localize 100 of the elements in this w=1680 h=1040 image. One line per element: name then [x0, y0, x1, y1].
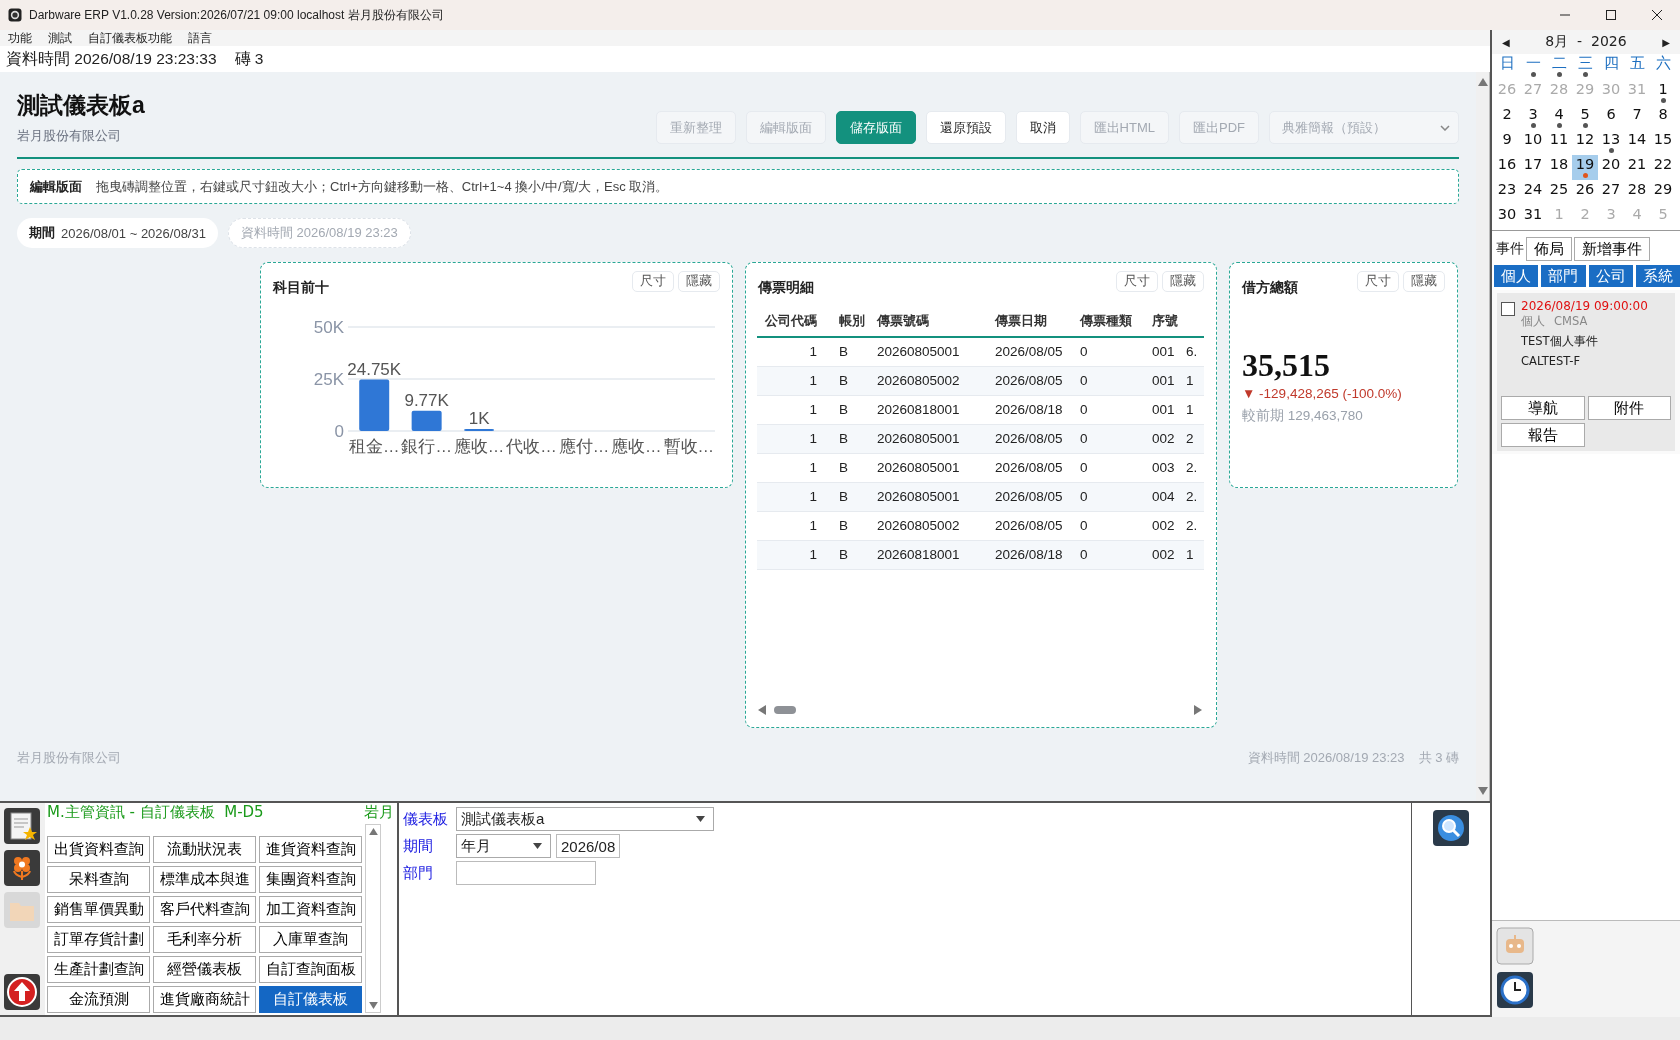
scroll-up-icon[interactable]	[1477, 78, 1488, 86]
scroll-down-icon[interactable]	[1477, 787, 1488, 795]
function-button[interactable]: 呆料查詢	[47, 866, 150, 893]
column-header[interactable]: 帳別	[831, 305, 869, 337]
column-header[interactable]: 傳票種類	[1072, 305, 1144, 337]
calendar-button[interactable]: 新增事件	[1574, 237, 1650, 261]
scroll-down-icon[interactable]	[368, 1002, 378, 1009]
calendar-day[interactable]: 11	[1546, 130, 1572, 155]
calendar-day[interactable]: 21	[1624, 155, 1650, 180]
calendar-day[interactable]: 26	[1572, 180, 1598, 205]
column-header[interactable]: 公司代碼	[757, 305, 831, 337]
period-field[interactable]: 2026/08	[556, 834, 620, 858]
function-button[interactable]: 銷售單價異動	[47, 896, 150, 923]
toolbar-button[interactable]: 還原預設	[925, 111, 1006, 144]
calendar-day[interactable]: 4	[1546, 105, 1572, 130]
category-label: 代收…	[506, 437, 557, 455]
calendar-day[interactable]: 3	[1520, 105, 1546, 130]
tile-button[interactable]: 隱藏	[1162, 271, 1204, 292]
scroll-left-icon[interactable]	[758, 705, 766, 715]
scrollbar-thumb[interactable]	[774, 706, 796, 714]
function-button[interactable]: 生產計劃查詢	[47, 956, 150, 983]
menu-item[interactable]: 語言	[188, 30, 212, 46]
calendar-day[interactable]: 29	[1650, 180, 1676, 205]
scroll-up-icon[interactable]	[368, 828, 378, 835]
calendar-day[interactable]: 22	[1650, 155, 1676, 180]
function-button[interactable]: 加工資料查詢	[259, 896, 362, 923]
calendar-day[interactable]: 10	[1520, 130, 1546, 155]
function-button[interactable]: 訂單存貨計劃	[47, 926, 150, 953]
menu-item[interactable]: 自訂儀表板功能	[88, 30, 172, 46]
calendar-day[interactable]: 1	[1650, 80, 1676, 105]
calendar-day[interactable]: 27	[1598, 180, 1624, 205]
function-button[interactable]: 經營儀表板	[153, 956, 256, 983]
calendar-day[interactable]: 16	[1494, 155, 1520, 180]
tile-button[interactable]: 隱藏	[678, 271, 720, 292]
table-cell: 6.	[1184, 337, 1204, 366]
previous-month-button[interactable]: ◀	[1502, 36, 1510, 48]
calendar-day[interactable]: 14	[1624, 130, 1650, 155]
next-month-button[interactable]: ▶	[1662, 36, 1670, 48]
function-button[interactable]: 集團資料查詢	[259, 866, 362, 893]
calendar-day[interactable]: 5	[1572, 105, 1598, 130]
toolbar-button[interactable]: 取消	[1015, 111, 1070, 144]
function-button[interactable]: 入庫單查詢	[259, 926, 362, 953]
calendar-day[interactable]: 7	[1624, 105, 1650, 130]
calendar-day[interactable]: 8	[1650, 105, 1676, 130]
calendar-day[interactable]: 2	[1494, 105, 1520, 130]
function-button[interactable]: 流動狀況表	[153, 836, 256, 863]
event-code: CALTEST-F	[1521, 354, 1582, 368]
calendar-day[interactable]: 6	[1598, 105, 1624, 130]
scroll-right-icon[interactable]	[1194, 705, 1202, 715]
column-header[interactable]: 傳票日期	[987, 305, 1072, 337]
input-field[interactable]	[456, 861, 596, 885]
column-header[interactable]: 傳票號碼	[869, 305, 987, 337]
function-button[interactable]: 進貨資料查詢	[259, 836, 362, 863]
function-button[interactable]: 客戶代料查詢	[153, 896, 256, 923]
tile-button[interactable]: 隱藏	[1403, 271, 1445, 292]
tile-button[interactable]: 尺寸	[1357, 271, 1399, 292]
event-button[interactable]: 報告	[1501, 423, 1585, 447]
calendar-day[interactable]: 18	[1546, 155, 1572, 180]
table-cell: 1	[1184, 540, 1204, 569]
calendar-day[interactable]: 23	[1494, 180, 1520, 205]
function-button[interactable]: 金流預測	[47, 986, 150, 1013]
column-header[interactable]: 序號	[1144, 305, 1184, 337]
event-button[interactable]: 附件	[1587, 396, 1671, 420]
calendar-button[interactable]: 佈局	[1526, 237, 1572, 261]
calendar-day[interactable]: 19	[1572, 155, 1598, 180]
menu-item[interactable]: 功能	[8, 30, 32, 46]
calendar-day[interactable]: 15	[1650, 130, 1676, 155]
event-tab[interactable]: 部門	[1541, 265, 1586, 287]
function-button[interactable]: 自訂查詢面板	[259, 956, 362, 983]
event-tab[interactable]: 公司	[1588, 265, 1633, 287]
tile-button[interactable]: 尺寸	[1116, 271, 1158, 292]
function-button[interactable]: 毛利率分析	[153, 926, 256, 953]
event-tab[interactable]: 個人	[1494, 265, 1539, 287]
function-button[interactable]: 進貨廠商統計	[153, 986, 256, 1013]
menu-item[interactable]: 測試	[48, 30, 72, 46]
event-tab[interactable]: 系統	[1635, 265, 1680, 287]
toolbar-button[interactable]: 儲存版面	[835, 111, 916, 144]
calendar-day[interactable]: 12	[1572, 130, 1598, 155]
calendar-day[interactable]: 30	[1494, 205, 1520, 230]
table-cell: 20260805001	[869, 424, 987, 453]
dashboard-select[interactable]: 測試儀表板a	[456, 807, 714, 831]
flower-icon[interactable]	[3, 849, 41, 887]
calendar-day[interactable]: 17	[1520, 155, 1546, 180]
function-button[interactable]: 標準成本與進	[153, 866, 256, 893]
search-icon[interactable]	[1432, 809, 1470, 847]
event-checkbox[interactable]	[1501, 302, 1515, 316]
calendar-day[interactable]: 28	[1624, 180, 1650, 205]
calendar-day[interactable]: 25	[1546, 180, 1572, 205]
clock-icon[interactable]	[1496, 971, 1534, 1009]
calendar-day[interactable]: 24	[1520, 180, 1546, 205]
event-button[interactable]: 導航	[1501, 396, 1585, 420]
period-select[interactable]: 年月	[456, 834, 551, 858]
function-button[interactable]: 自訂儀表板	[259, 986, 362, 1013]
function-button[interactable]: 出貨資料查詢	[47, 836, 150, 863]
calendar-day[interactable]: 20	[1598, 155, 1624, 180]
calendar-day[interactable]: 13	[1598, 130, 1624, 155]
tile-button[interactable]: 尺寸	[632, 271, 674, 292]
footer-count: 共 3 磚	[1418, 749, 1459, 767]
calendar-day[interactable]: 9	[1494, 130, 1520, 155]
calendar-day[interactable]: 31	[1520, 205, 1546, 230]
